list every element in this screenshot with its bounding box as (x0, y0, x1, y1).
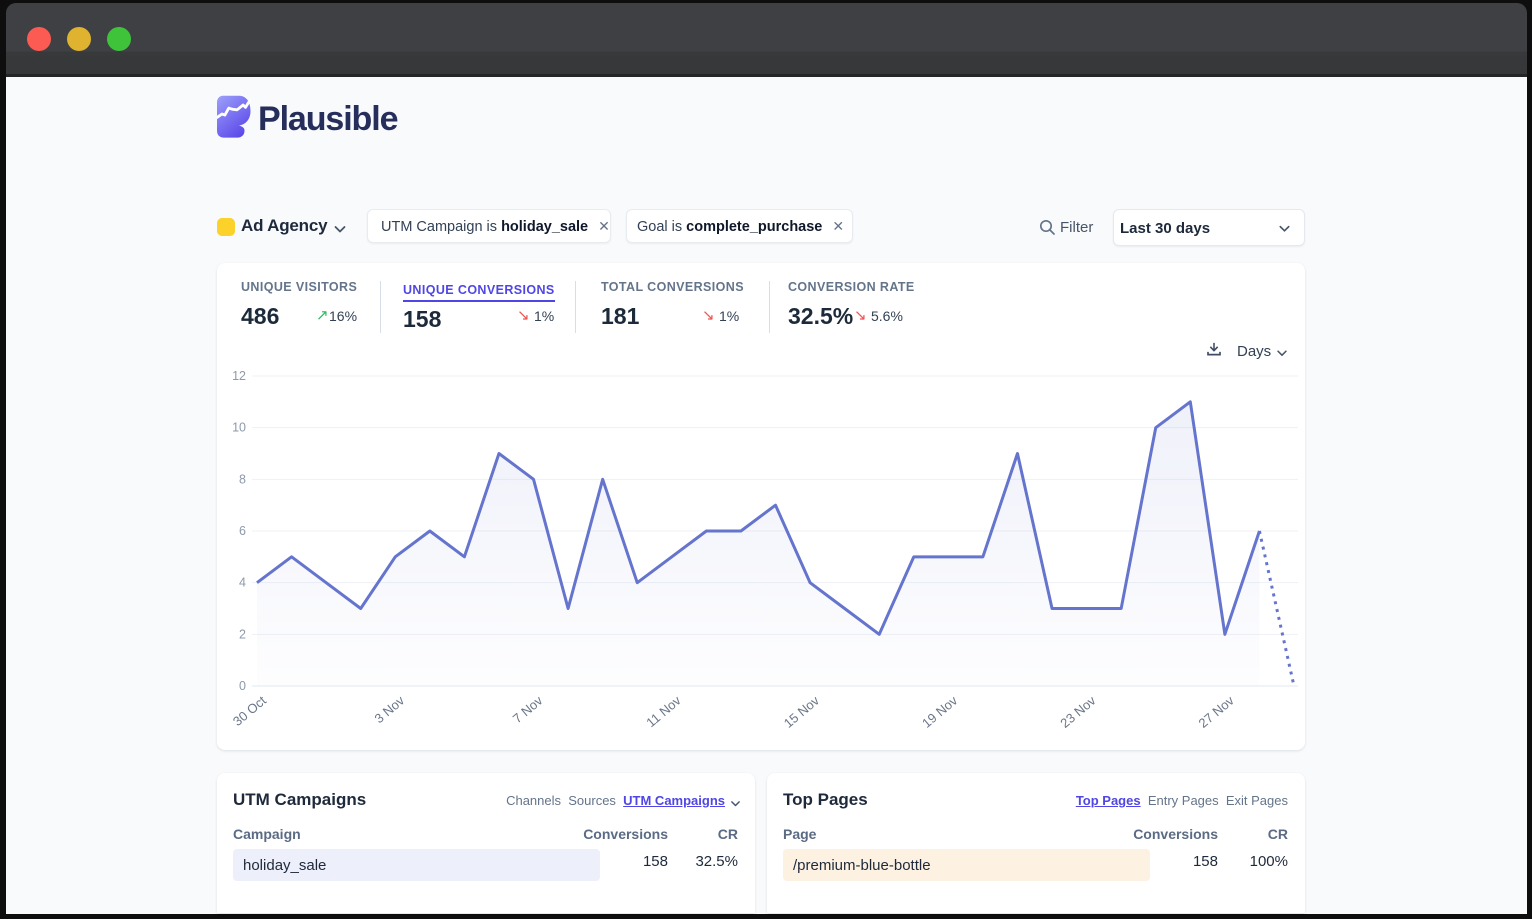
svg-text:15 Nov: 15 Nov (781, 692, 823, 730)
svg-text:3 Nov: 3 Nov (372, 692, 408, 726)
svg-text:8: 8 (239, 472, 246, 486)
svg-text:19 Nov: 19 Nov (919, 692, 961, 730)
svg-text:7 Nov: 7 Nov (510, 692, 546, 726)
svg-text:4: 4 (239, 576, 246, 590)
svg-text:27 Nov: 27 Nov (1196, 692, 1238, 730)
svg-text:30 Oct: 30 Oct (230, 693, 269, 729)
svg-text:6: 6 (239, 524, 246, 538)
svg-text:23 Nov: 23 Nov (1057, 692, 1099, 730)
svg-text:12: 12 (232, 369, 246, 383)
svg-text:2: 2 (239, 627, 246, 641)
svg-text:11 Nov: 11 Nov (643, 692, 684, 730)
svg-text:0: 0 (239, 679, 246, 693)
svg-text:10: 10 (232, 421, 246, 435)
